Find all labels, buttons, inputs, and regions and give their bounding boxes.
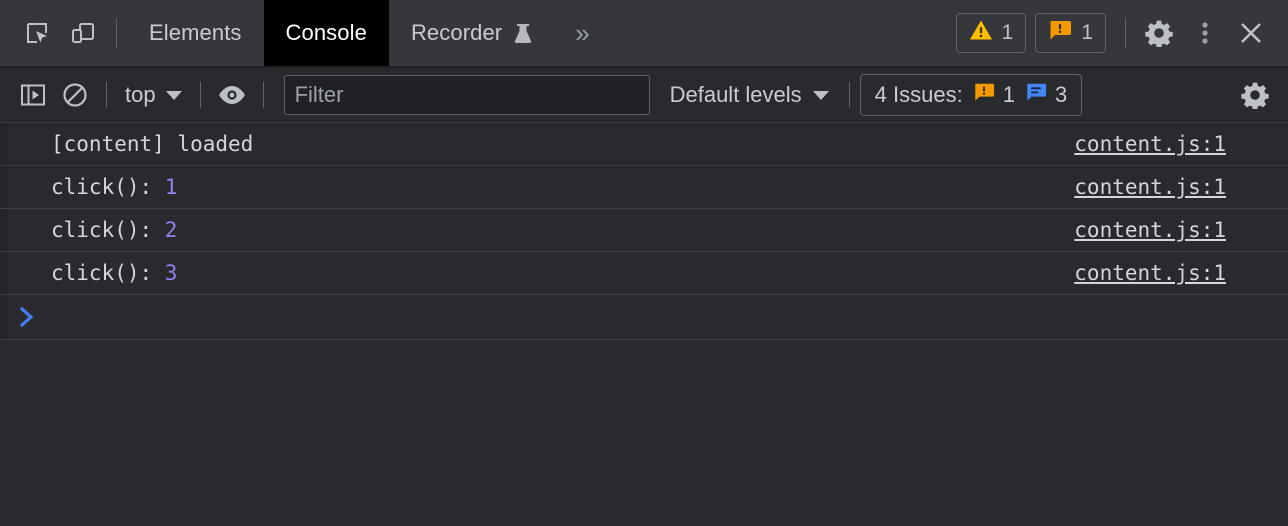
gear-icon[interactable]	[1234, 75, 1276, 115]
tabbar-right-divider	[1125, 18, 1126, 48]
issues-label: 4 Issues:	[874, 82, 963, 107]
issues-summary-button[interactable]: 4 Issues: 1 3	[859, 74, 1083, 116]
issue-bubble-icon	[1048, 18, 1072, 48]
clear-console-icon[interactable]	[54, 75, 96, 115]
console-message-value: 3	[164, 261, 178, 285]
console-message-row[interactable]: [content] loaded content.js:1	[0, 123, 1288, 166]
console-message-row[interactable]: click(): 3 content.js:1	[0, 252, 1288, 295]
prompt-chevron-icon	[19, 306, 35, 328]
more-tabs-label: »	[575, 18, 590, 48]
devtools-tabbar: Elements Console Recorder » 1 1	[0, 0, 1288, 68]
console-message-text: click(): 3	[51, 261, 178, 285]
console-message-text: click(): 2	[51, 218, 178, 242]
tabbar-left-controls	[0, 0, 127, 66]
info-bubble-icon	[1025, 81, 1047, 109]
issue-count-label: 1	[1081, 21, 1093, 44]
device-toolbar-icon[interactable]	[60, 10, 106, 56]
tab-console[interactable]: Console	[263, 0, 389, 66]
console-message-value: 2	[164, 218, 178, 242]
toolbar-divider-3	[262, 82, 264, 108]
issues-warning-count: 1	[1002, 82, 1015, 107]
inspect-element-icon[interactable]	[14, 10, 60, 56]
tab-recorder-label: Recorder	[410, 20, 503, 45]
warning-count-label: 1	[1001, 21, 1014, 44]
console-message-source-link[interactable]: content.js:1	[1074, 175, 1288, 199]
console-message-source-link[interactable]: content.js:1	[1074, 261, 1288, 285]
console-prompt-row[interactable]	[0, 295, 1288, 340]
toolbar-divider-4	[848, 82, 850, 108]
execution-context-select[interactable]: top	[117, 75, 190, 115]
tab-console-label: Console	[285, 20, 367, 45]
console-message-source-link[interactable]: content.js:1	[1074, 132, 1288, 156]
toolbar-divider	[116, 18, 117, 48]
tabbar-right-controls: 1 1	[955, 0, 1288, 66]
tab-recorder[interactable]: Recorder	[389, 0, 555, 66]
warning-triangle-icon	[969, 19, 993, 47]
log-levels-select[interactable]: Default levels	[660, 75, 839, 115]
filter-placeholder: Filter	[294, 82, 344, 107]
console-sidebar-icon[interactable]	[12, 75, 54, 115]
tab-elements[interactable]: Elements	[127, 0, 264, 66]
gear-icon[interactable]	[1136, 10, 1182, 56]
log-levels-label: Default levels	[669, 82, 802, 107]
devtools-window: Elements Console Recorder » 1 1 top Filt…	[0, 0, 1288, 526]
console-message-area[interactable]: [content] loaded content.js:1 click(): 1…	[0, 123, 1288, 526]
kebab-menu-icon[interactable]	[1182, 10, 1228, 56]
console-message-text: click(): 1	[51, 175, 178, 199]
execution-context-label: top	[125, 82, 156, 107]
tab-elements-label: Elements	[149, 20, 242, 45]
live-expression-icon[interactable]	[211, 75, 253, 115]
flask-icon	[513, 22, 533, 44]
console-message-source-link[interactable]: content.js:1	[1074, 218, 1288, 242]
toolbar-divider-2	[199, 82, 201, 108]
issues-info-count: 3	[1054, 82, 1068, 107]
console-toolbar: top Filter Default levels 4 Issues: 1 3	[0, 68, 1288, 123]
console-message-row[interactable]: click(): 2 content.js:1	[0, 209, 1288, 252]
more-tabs-button[interactable]: »	[555, 0, 609, 66]
console-message-text: [content] loaded	[51, 132, 254, 156]
chevron-down-icon	[165, 90, 182, 100]
issue-count-badge[interactable]: 1	[1035, 13, 1106, 53]
toolbar-divider-1	[106, 82, 107, 108]
console-message-list: [content] loaded content.js:1 click(): 1…	[0, 123, 1288, 340]
chevron-down-icon	[812, 90, 829, 100]
issues-info-group: 3	[1025, 81, 1067, 109]
filter-input[interactable]: Filter	[283, 75, 650, 115]
console-message-row[interactable]: click(): 1 content.js:1	[0, 166, 1288, 209]
console-message-value: 1	[164, 175, 178, 199]
close-icon[interactable]	[1228, 10, 1274, 56]
warning-count-badge[interactable]: 1	[955, 13, 1027, 53]
issue-bubble-icon	[973, 81, 995, 109]
issues-warning-group: 1	[973, 81, 1015, 109]
panel-tabs: Elements Console Recorder »	[127, 0, 610, 66]
